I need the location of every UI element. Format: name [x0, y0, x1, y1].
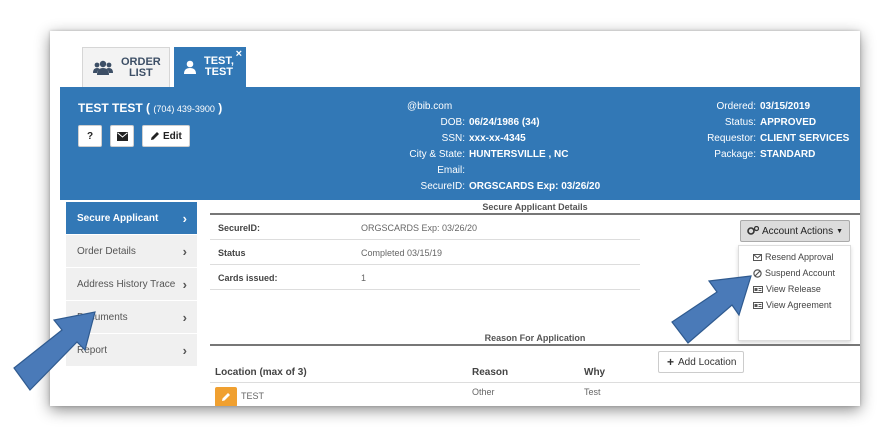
edit-button[interactable]: Edit [142, 125, 190, 147]
sidebar-item-secure-applicant[interactable]: Secure Applicant › [66, 202, 197, 235]
ban-icon [753, 268, 762, 278]
sidebar: Secure Applicant › Order Details › Addre… [66, 202, 197, 367]
sidebar-item-report[interactable]: Report › [66, 334, 197, 367]
users-icon [93, 60, 113, 76]
tab-order-list-line1: ORDER [121, 55, 161, 68]
applicant-phone: (704) 439-3900 [153, 104, 215, 114]
why-value: Test [584, 387, 601, 397]
detail-row-cards: Cards issued: 1 [210, 266, 640, 290]
sidebar-item-documents[interactable]: Documents › [66, 301, 197, 334]
field-email: Email: [437, 165, 465, 176]
chevron-right-icon: › [182, 243, 187, 259]
gears-icon [747, 226, 759, 235]
tab-applicant[interactable]: TEST, TEST × [174, 47, 246, 87]
app-window: ORDER LIST TEST, TEST × TEST TEST ((704… [50, 31, 860, 406]
table-row: TEST Other Test [210, 383, 860, 406]
field-package: Package: STANDARD [714, 149, 816, 160]
envelope-icon [116, 131, 128, 141]
pencil-icon [222, 393, 230, 401]
edit-location-button[interactable] [215, 387, 237, 406]
menu-item-suspend-account[interactable]: Suspend Account [739, 265, 850, 281]
chevron-right-icon: › [182, 309, 187, 325]
field-secureid: SecureID: ORGSCARDS Exp: 03/26/20 [420, 181, 601, 192]
reason-table-header: Location (max of 3) Reason Why [210, 363, 860, 383]
field-dob: DOB: 06/24/1986 (34) [440, 117, 540, 128]
detail-row-status: Status Completed 03/15/19 [210, 241, 640, 265]
field-requestor: Requestor: CLIENT SERVICES [707, 133, 850, 144]
close-icon[interactable]: × [236, 49, 242, 60]
account-actions-menu: Resend Approval Suspend Account View Rel… [738, 245, 851, 341]
id-card-icon [753, 285, 763, 293]
reason-value: Other [472, 387, 495, 397]
field-ordered: Ordered: 03/15/2019 [716, 101, 811, 112]
tab-order-list[interactable]: ORDER LIST [82, 47, 170, 87]
chevron-right-icon: › [182, 276, 187, 292]
column-header-reason: Reason [472, 367, 509, 378]
details-section-title: Secure Applicant Details [210, 202, 860, 215]
caret-down-icon: ▼ [836, 227, 844, 235]
sidebar-item-address-history[interactable]: Address History Trace › [66, 268, 197, 301]
field-status: Status: APPROVED [724, 117, 817, 128]
chevron-right-icon: › [182, 210, 187, 226]
menu-item-resend-approval[interactable]: Resend Approval [739, 249, 850, 265]
sidebar-item-order-details[interactable]: Order Details › [66, 235, 197, 268]
reason-section-title: Reason For Application [210, 333, 860, 346]
field-ssn: SSN: xxx-xx-4345 [441, 133, 526, 144]
header-buttons: ? Edit [78, 125, 190, 147]
detail-row-secureid: SecureID: ORGSCARDS Exp: 03/26/20 [210, 216, 640, 240]
email-button[interactable] [110, 125, 134, 147]
applicant-email-top: @bib.com [407, 101, 453, 112]
menu-item-view-agreement[interactable]: View Agreement [739, 297, 850, 313]
help-button[interactable]: ? [78, 125, 102, 147]
applicant-name: TEST TEST ( (704) 439-3900 ) [78, 101, 223, 115]
chevron-right-icon: › [182, 342, 187, 358]
column-header-location: Location (max of 3) [215, 367, 307, 378]
user-icon [184, 60, 196, 74]
envelope-icon [753, 253, 762, 261]
tab-order-list-line2: LIST [128, 66, 153, 79]
applicant-header: TEST TEST ( (704) 439-3900 ) ? Edit @bib… [60, 87, 860, 200]
column-header-why: Why [584, 367, 606, 378]
account-actions-button[interactable]: Account Actions ▼ [740, 220, 850, 242]
tab-applicant-line2: TEST [204, 66, 234, 78]
pencil-icon [151, 132, 159, 140]
menu-item-view-release[interactable]: View Release [739, 281, 850, 297]
field-city-state: City & State: HUNTERSVILLE , NC [409, 149, 569, 160]
location-value: TEST [241, 391, 265, 401]
id-card-icon [753, 301, 763, 309]
screenshot-stage: ORDER LIST TEST, TEST × TEST TEST ((704… [0, 0, 893, 442]
tab-bar: ORDER LIST TEST, TEST × [50, 31, 860, 87]
